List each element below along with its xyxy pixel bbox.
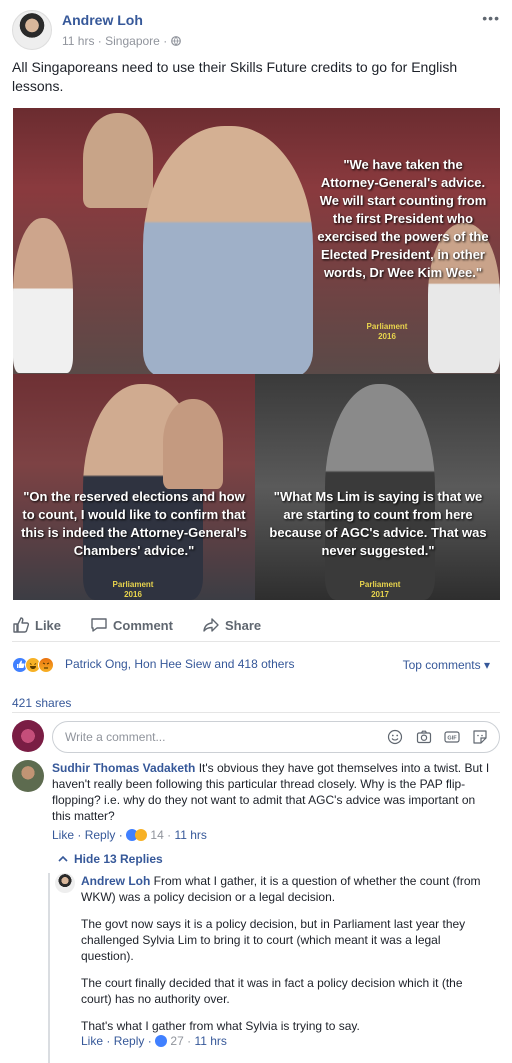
reaction-names[interactable]: Patrick Ong, Hon Hee Siew and 418 others [65, 657, 294, 671]
commenter-name[interactable]: Sudhir Thomas Vadaketh [52, 761, 195, 775]
post-time[interactable]: 11 hrs [62, 34, 94, 48]
post-header: Andrew Loh 11 hrs · Singapore · ••• [12, 10, 500, 52]
reply-body: Andrew Loh From what I gather, it is a q… [81, 873, 481, 1045]
globe-icon [170, 36, 181, 46]
reply-reaction-count[interactable]: 27 [170, 1034, 183, 1048]
reply-author-avatar[interactable] [55, 873, 75, 893]
comment-bubble-icon [91, 618, 107, 632]
figure-left [13, 218, 73, 373]
chevron-up-icon [58, 855, 68, 862]
comment-body: Sudhir Thomas Vadaketh It's obvious they… [52, 760, 497, 824]
commenter-avatar[interactable] [12, 760, 44, 792]
reply-reply-link[interactable]: Reply [114, 1034, 145, 1048]
reply: Andrew Loh From what I gather, it is a q… [55, 873, 495, 1053]
author-avatar[interactable] [12, 10, 52, 50]
reply-text-3: The court finally decided that it was in… [81, 976, 463, 1006]
comment-input[interactable] [52, 721, 500, 753]
action-bar: Like Comment Share [12, 608, 500, 642]
reaction-icons[interactable] [12, 657, 64, 673]
credit-bottom-left: Parliament 2016 [112, 580, 154, 599]
quote-bottom-left: "On the reserved elections and how to co… [21, 489, 247, 558]
post-meta: 11 hrs · Singapore · [62, 34, 181, 48]
gif-icon[interactable]: GIF [444, 729, 460, 745]
hide-replies-link[interactable]: Hide 13 Replies [58, 852, 163, 866]
reply-text-4: That's what I gather from what Sylvia is… [81, 1019, 360, 1033]
comment-like-link[interactable]: Like [52, 828, 74, 842]
quote-bottom-right: "What Ms Lim is saying is that we are st… [269, 489, 487, 558]
comment-label: Comment [113, 618, 173, 633]
share-arrow-icon [203, 618, 219, 632]
figure-main [143, 126, 313, 376]
sticker-icon[interactable] [472, 729, 488, 745]
credit-bottom-right: Parliament 2017 [359, 580, 401, 599]
like-button[interactable]: Like [12, 616, 61, 634]
hide-replies-label: Hide 13 Replies [74, 852, 163, 866]
figure-background-left [83, 113, 153, 208]
haha-reaction-icon [135, 829, 148, 841]
figure-bl-side [163, 399, 223, 489]
comment-time[interactable]: 11 hrs [174, 828, 206, 842]
camera-icon[interactable] [416, 729, 432, 745]
author-name[interactable]: Andrew Loh [62, 12, 143, 28]
image-panel-bottom-right: "What Ms Lim is saying is that we are st… [255, 374, 500, 600]
quote-top: "We have taken the Attorney-General's ad… [317, 157, 489, 280]
like-reaction-icon [155, 1035, 168, 1047]
comment-box: GIF [12, 720, 500, 754]
comment-reaction-count[interactable]: 14 [150, 828, 163, 842]
reply-time[interactable]: 11 hrs [194, 1034, 226, 1048]
thumbs-up-icon [13, 617, 30, 633]
reactions-row: Patrick Ong, Hon Hee Siew and 418 others… [12, 655, 500, 675]
comment-button[interactable]: Comment [90, 616, 173, 634]
more-options-icon[interactable]: ••• [482, 10, 500, 26]
image-panel-top: "We have taken the Attorney-General's ad… [13, 108, 500, 376]
credit-top: Parliament 2016 [366, 322, 408, 341]
reply-text-2: The govt now says it is a policy decisio… [81, 917, 466, 963]
share-button[interactable]: Share [202, 616, 261, 634]
reply-like-link[interactable]: Like [81, 1034, 103, 1048]
reply-actions: Like · Reply · 27 · 11 hrs [81, 1034, 227, 1048]
reply-thread-line [48, 873, 50, 1063]
svg-text:GIF: GIF [447, 736, 457, 742]
comment-reply-link[interactable]: Reply [85, 828, 116, 842]
like-label: Like [35, 618, 62, 633]
share-label: Share [225, 618, 262, 633]
shares-count[interactable]: 421 shares [12, 696, 71, 710]
divider [12, 712, 500, 713]
current-user-avatar [12, 720, 44, 752]
reply-author-name[interactable]: Andrew Loh [81, 874, 150, 888]
comment-actions: Like · Reply · 14 · 11 hrs [52, 828, 207, 842]
image-panel-bottom-left: "On the reserved elections and how to co… [13, 374, 255, 600]
top-comments-dropdown[interactable]: Top comments ▾ [403, 658, 490, 672]
comment: Sudhir Thomas Vadaketh It's obvious they… [12, 760, 500, 846]
angry-reaction-icon [38, 657, 54, 673]
post-location[interactable]: Singapore [105, 34, 160, 48]
post-text: All Singaporeans need to use their Skill… [12, 59, 458, 94]
emoji-icon[interactable] [387, 729, 403, 745]
post-image[interactable]: "We have taken the Attorney-General's ad… [13, 108, 500, 600]
